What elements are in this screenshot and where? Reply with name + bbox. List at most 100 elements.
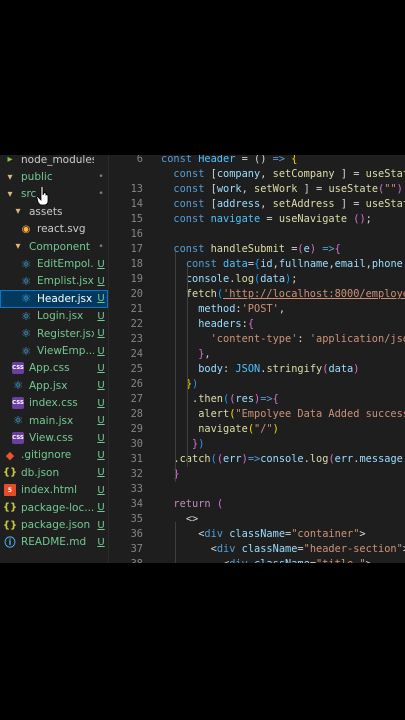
tree-item[interactable]: ▾ Component •	[0, 238, 108, 255]
tree-item[interactable]: 5 index.html U	[0, 482, 108, 499]
css-icon: CSS	[12, 432, 24, 445]
code-token: div	[204, 528, 224, 540]
indent-guide	[187, 267, 188, 467]
code-token: log	[235, 273, 255, 285]
code-line[interactable]: 38 <div className="title ">	[109, 557, 405, 563]
code-line[interactable]: 21 method:'POST',	[109, 302, 405, 317]
code-line[interactable]: 27 .then((res)=>{	[109, 392, 405, 407]
tree-item[interactable]: ⚛ main.jsx U	[0, 412, 108, 429]
code-line[interactable]: 31 .catch((err)=>console.log(err.message	[109, 452, 405, 467]
tree-item[interactable]: {} package.json U	[0, 516, 108, 533]
code-line[interactable]: 37 <div className="header-section">	[109, 542, 405, 557]
code-token: useState	[365, 198, 405, 210]
tree-item-label: README.md	[21, 536, 87, 549]
code-token: {	[272, 393, 279, 405]
tree-item-label: Login.jsx	[37, 310, 84, 323]
code-token: const	[173, 168, 211, 180]
code-token: >	[366, 558, 372, 563]
code-line[interactable]: 30 })	[109, 437, 405, 452]
code-line[interactable]: 16	[109, 227, 405, 242]
code-token: )	[198, 438, 205, 450]
code-line[interactable]: 17 const handleSubmit =(e) =>{	[109, 242, 405, 257]
code-line[interactable]: 23 'content-type': 'application/jso	[109, 332, 405, 347]
code-token: log	[309, 453, 329, 465]
code-token: 'application/jso	[309, 333, 405, 345]
tree-item[interactable]: CSS index.css U	[0, 395, 108, 412]
tree-item[interactable]: ⚛ ViewEmp... U	[0, 342, 108, 359]
tree-item[interactable]: {} package-loc... U	[0, 499, 108, 516]
tree-item[interactable]: ⚛ Emplist.jsx U	[0, 273, 108, 290]
code-line[interactable]: const [company, setCompany ] = useState	[109, 167, 405, 182]
tree-item[interactable]: ◉ react.svg	[0, 221, 108, 238]
line-number: 17	[130, 243, 143, 255]
code-line[interactable]: 36 <div className="container">	[109, 527, 405, 542]
tree-item-label: package-loc...	[21, 501, 94, 514]
code-token: data	[260, 273, 286, 285]
code-token: const	[173, 183, 211, 195]
code-line[interactable]: 14 const [address, setAddress ] = useSta…	[109, 197, 405, 212]
code-line[interactable]: 33	[109, 482, 405, 497]
code-token: useState	[365, 168, 405, 180]
code-line[interactable]: 18 const data={id,fullname,email,phone,	[109, 257, 405, 272]
tree-item[interactable]: {} db.json U	[0, 464, 108, 481]
code-line[interactable]: 19 console.log(data);	[109, 272, 405, 287]
code-token: const	[173, 213, 211, 225]
code-token: div	[229, 558, 248, 563]
code-token: fetch	[185, 288, 217, 300]
tree-item-label: public	[21, 171, 53, 184]
node-folder-icon: ▸	[7, 155, 13, 166]
code-token: const	[173, 198, 211, 210]
code-token: id	[260, 258, 273, 270]
code-line[interactable]: 20 fetch('http://localhost:8000/employe	[109, 287, 405, 302]
code-line[interactable]: 13 const [work, setWork ] = useState("")	[109, 182, 405, 197]
tree-item[interactable]: CSS View.css U	[0, 429, 108, 446]
code-line[interactable]: 24 },	[109, 347, 405, 362]
tree-item[interactable]: ⚛ EditEmpol... U	[0, 255, 108, 272]
tree-item[interactable]: ▾ public •	[0, 168, 108, 185]
tree-item[interactable]: CSS App.css U	[0, 360, 108, 377]
tree-item[interactable]: ⓘ README.md U	[0, 534, 108, 551]
code-line[interactable]: 22 headers:{	[109, 317, 405, 332]
tree-item[interactable]: ⚛ App.jsx U	[0, 377, 108, 394]
code-token: phone	[371, 258, 403, 270]
code-token: "header-section"	[303, 543, 403, 555]
code-token: useNavigate	[278, 213, 348, 225]
tree-item[interactable]: ▸ node_modules	[0, 155, 108, 168]
code-line[interactable]: 15 const navigate = useNavigate ();	[109, 212, 405, 227]
code-token: )	[192, 378, 199, 390]
react-icon: ⚛	[21, 292, 31, 306]
code-line[interactable]: 29 navigate("/")	[109, 422, 405, 437]
git-status-badge: U	[97, 293, 105, 305]
code-token: JSON	[235, 363, 261, 375]
code-token: "Empolyee Data Added success	[235, 408, 405, 420]
code-line[interactable]: 6 const Header = () => {	[109, 155, 405, 167]
folder-icon: ▾	[15, 206, 21, 218]
code-line[interactable]: 25 body: JSON.stringify(data)	[109, 362, 405, 377]
code-token: )	[272, 423, 279, 435]
code-token: setCompany	[272, 168, 335, 180]
code-line[interactable]: 34 return (	[109, 497, 405, 512]
tree-item[interactable]: ⚛ Login.jsx U	[0, 308, 108, 325]
code-editor[interactable]: 6 const Header = () => { const [company, …	[109, 155, 405, 563]
file-explorer: ▸ node_modules ▾ public • ▾ src • ▾ assets ◉ react.…	[0, 155, 109, 563]
code-line[interactable]: 26 })	[109, 377, 405, 392]
tree-item[interactable]: ◆ .gitignore U	[0, 447, 108, 464]
code-token: stringify	[266, 363, 323, 375]
tree-item[interactable]: ▾ assets	[0, 203, 108, 220]
json-icon: {}	[2, 502, 18, 514]
tree-item[interactable]: ⚛ Header.jsx U	[0, 290, 108, 308]
git-status-badge: U	[97, 467, 105, 479]
line-number: 32	[130, 468, 143, 480]
code-token: <>	[185, 513, 199, 525]
tree-item[interactable]: ▾ src •	[0, 186, 108, 203]
line-number: 38	[109, 557, 143, 563]
code-line[interactable]: 35 <>	[109, 512, 405, 527]
tree-item[interactable]: ⚛ Register.jsx U	[0, 325, 108, 342]
tree-item-label: App.css	[29, 362, 70, 375]
code-token: err	[334, 453, 354, 465]
code-line[interactable]: 32 }	[109, 467, 405, 482]
code-line[interactable]: 28 alert("Empolyee Data Added success	[109, 407, 405, 422]
